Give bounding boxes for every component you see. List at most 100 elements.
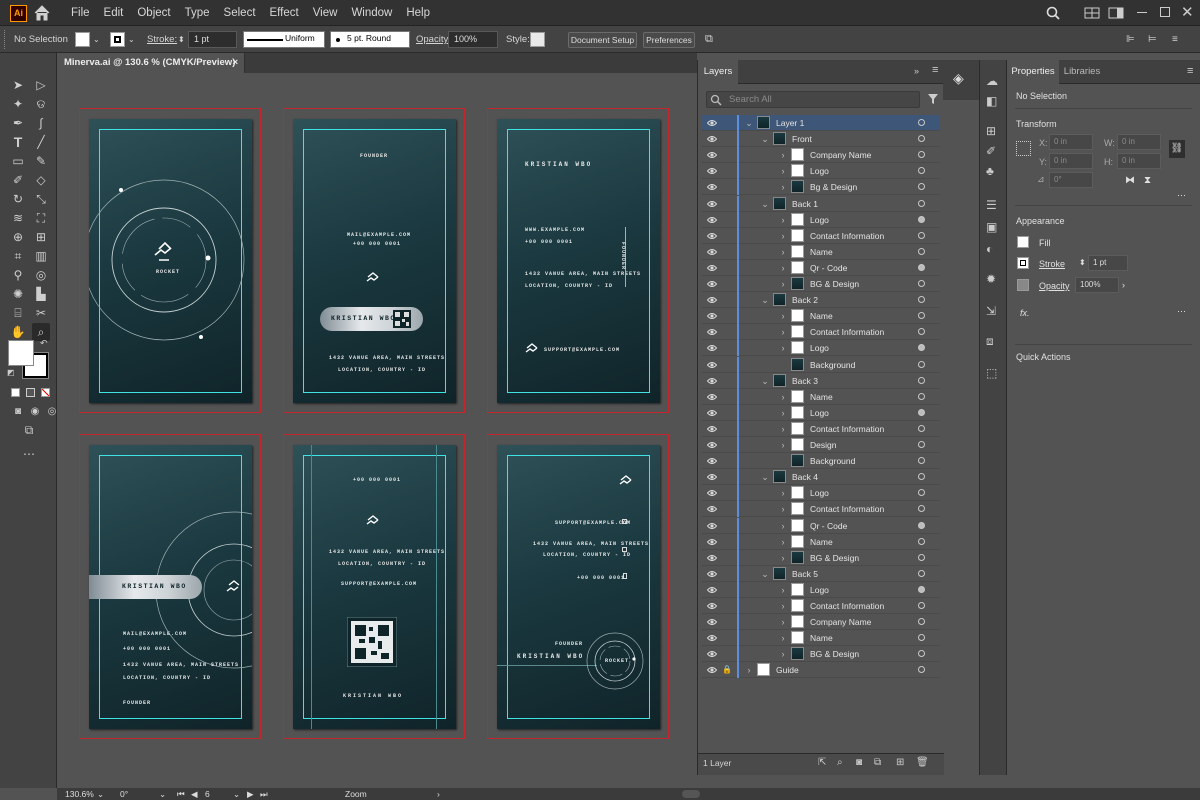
- selection-tool-icon[interactable]: ➤: [9, 76, 27, 94]
- color-mode-icon[interactable]: [11, 388, 20, 397]
- artboard-dropdown-icon[interactable]: ⌄: [233, 788, 240, 800]
- rotate-tool-icon[interactable]: ↻: [9, 190, 27, 208]
- export-icon[interactable]: ⇱: [818, 757, 826, 768]
- pen-tool-icon[interactable]: ✒: [9, 114, 27, 132]
- layer-name[interactable]: Contact Information: [810, 598, 884, 614]
- search-icon[interactable]: [1045, 5, 1061, 21]
- fill-swatch[interactable]: [1017, 236, 1029, 248]
- target-circle-icon[interactable]: [918, 376, 925, 384]
- layer-row[interactable]: › Contact Information: [702, 598, 940, 614]
- chevron-down-icon[interactable]: ⌄: [744, 115, 754, 131]
- layer-row[interactable]: › Logo: [702, 340, 940, 357]
- layer-name[interactable]: Logo: [810, 405, 829, 421]
- visibility-eye-icon[interactable]: [707, 247, 717, 257]
- graphic-style-swatch[interactable]: [530, 32, 545, 47]
- image-trace-icon[interactable]: ⬚: [986, 366, 997, 380]
- artboard-back-2[interactable]: KRISTIAN WBO WWW.EXAMPLE.COM +00 000 000…: [487, 108, 669, 413]
- layer-row[interactable]: › BG & Design: [702, 646, 940, 663]
- opacity-label[interactable]: Opacity: [1039, 281, 1070, 291]
- chevron-right-icon[interactable]: ›: [778, 147, 788, 163]
- chevron-right-icon[interactable]: ›: [778, 614, 788, 630]
- draw-behind-icon[interactable]: ◉: [26, 403, 44, 421]
- y-input[interactable]: 0 in: [1049, 153, 1093, 169]
- layer-row[interactable]: › Company Name: [702, 147, 940, 164]
- target-circle-icon[interactable]: [918, 231, 925, 239]
- layer-name[interactable]: Contact Information: [810, 228, 884, 244]
- visibility-eye-icon[interactable]: [707, 569, 717, 579]
- target-circle-icon[interactable]: [918, 441, 925, 448]
- layer-name[interactable]: Qr - Code: [810, 518, 847, 534]
- layer-name[interactable]: Back 1: [792, 196, 818, 212]
- opacity-swatch[interactable]: [1017, 279, 1029, 291]
- layer-row[interactable]: 🔒 › Guide: [702, 662, 940, 679]
- chevron-right-icon[interactable]: ›: [778, 244, 788, 260]
- layer-row[interactable]: › Qr - Code: [702, 259, 940, 276]
- layer-row[interactable]: › Contact Information: [702, 227, 940, 244]
- opacity-label[interactable]: Opacity:: [416, 31, 451, 48]
- visibility-eye-icon[interactable]: [707, 424, 717, 434]
- layer-name[interactable]: Design: [810, 437, 836, 453]
- visibility-eye-icon[interactable]: [707, 537, 717, 547]
- visibility-eye-icon[interactable]: [707, 553, 717, 563]
- artboard-back-1[interactable]: FOUNDER MAIL@EXAMPLE.COM +00 000 0001 KR…: [283, 108, 465, 413]
- chevron-right-icon[interactable]: ›: [778, 421, 788, 437]
- chevron-right-icon[interactable]: ›: [778, 405, 788, 421]
- clipping-mask-icon[interactable]: ◙: [856, 757, 862, 768]
- target-circle-icon[interactable]: [918, 553, 925, 561]
- appearance-more-icon[interactable]: ⋯: [1177, 306, 1186, 317]
- symbols-icon[interactable]: ♣: [986, 164, 994, 178]
- layer-row[interactable]: Background: [702, 356, 940, 373]
- target-circle-icon[interactable]: [918, 151, 925, 159]
- tab-libraries[interactable]: Libraries: [1059, 60, 1105, 84]
- chevron-right-icon[interactable]: ›: [778, 598, 788, 614]
- chevron-down-icon[interactable]: ⌄: [760, 292, 770, 308]
- menu-help[interactable]: Help: [399, 0, 437, 26]
- visibility-eye-icon[interactable]: [707, 456, 717, 466]
- artboards-icon[interactable]: ⊞: [986, 124, 996, 138]
- visibility-eye-icon[interactable]: [707, 633, 717, 643]
- layer-name[interactable]: Logo: [810, 485, 829, 501]
- target-circle-icon[interactable]: [918, 135, 925, 143]
- tab-properties[interactable]: Properties: [1007, 60, 1059, 84]
- stroke-weight-input[interactable]: 1 pt: [188, 31, 237, 48]
- visibility-eye-icon[interactable]: [707, 665, 717, 675]
- layer-name[interactable]: Name: [810, 630, 833, 646]
- gradient-tool-icon[interactable]: ▥: [32, 247, 50, 265]
- document-setup-button[interactable]: Document Setup: [568, 32, 637, 48]
- layer-name[interactable]: Back 2: [792, 292, 818, 308]
- shaper-tool-icon[interactable]: ✐: [9, 171, 27, 189]
- lock-icon[interactable]: 🔒: [722, 662, 732, 678]
- blend-tool-icon[interactable]: ◎: [32, 266, 50, 284]
- menu-select[interactable]: Select: [217, 0, 263, 26]
- visibility-eye-icon[interactable]: [707, 521, 717, 531]
- appearance-icon[interactable]: ✹: [986, 272, 996, 286]
- target-circle-icon[interactable]: [918, 328, 925, 336]
- target-circle-icon[interactable]: [918, 183, 925, 191]
- previous-artboard-icon[interactable]: ◀: [191, 788, 198, 800]
- brush-select[interactable]: 5 pt. Round: [330, 31, 410, 48]
- mesh-tool-icon[interactable]: ⌗: [9, 247, 27, 265]
- visibility-eye-icon[interactable]: [707, 440, 717, 450]
- stroke-dropdown-icon[interactable]: ⌄: [128, 31, 135, 48]
- target-circle-icon[interactable]: [918, 602, 925, 609]
- free-transform-tool-icon[interactable]: ⛶: [32, 209, 50, 227]
- layer-row[interactable]: › Company Name: [702, 614, 940, 631]
- tab-layers[interactable]: Layers: [698, 60, 738, 84]
- horizontal-scroll-thumb[interactable]: [682, 790, 700, 798]
- target-circle-icon[interactable]: [918, 296, 925, 304]
- chevron-down-icon[interactable]: ⌄: [760, 131, 770, 147]
- layer-name[interactable]: Contact Information: [810, 501, 884, 517]
- visibility-eye-icon[interactable]: [707, 231, 717, 241]
- menu-view[interactable]: View: [306, 0, 345, 26]
- rectangle-tool-icon[interactable]: ▭: [9, 152, 27, 170]
- properties-panel-menu-icon[interactable]: ≡: [1187, 65, 1193, 77]
- layer-name[interactable]: Logo: [810, 340, 829, 356]
- chevron-right-icon[interactable]: ›: [778, 437, 788, 453]
- asset-export-icon[interactable]: ◧: [986, 94, 997, 108]
- target-circle-icon[interactable]: [918, 280, 925, 287]
- preferences-button[interactable]: Preferences: [643, 32, 695, 48]
- rotation-dropdown-icon[interactable]: ⌄: [159, 788, 166, 800]
- arrange-documents-icon[interactable]: [1084, 5, 1100, 21]
- visibility-eye-icon[interactable]: [707, 360, 717, 370]
- last-artboard-icon[interactable]: ⏭: [260, 788, 268, 800]
